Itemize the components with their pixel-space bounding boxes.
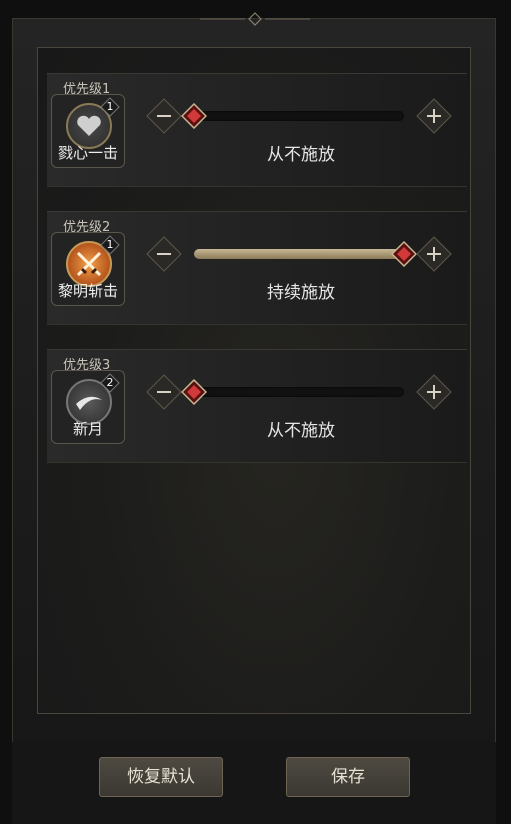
- skill-row-2: 优先级2 1 黎明斩击 持续施放: [47, 211, 467, 325]
- increase-button[interactable]: [415, 235, 453, 273]
- badge-number: 1: [106, 238, 114, 251]
- save-button[interactable]: 保存: [286, 757, 410, 797]
- decrease-button[interactable]: [145, 235, 183, 273]
- frequency-slider-track[interactable]: [194, 387, 404, 397]
- skill-icon-frame[interactable]: 1 戮心一击: [51, 94, 125, 168]
- footer-bar: [12, 742, 496, 824]
- decrease-button[interactable]: [145, 373, 183, 411]
- skill-name: 戮心一击: [57, 144, 118, 162]
- slider-fill: [194, 249, 404, 259]
- skill-icon-frame[interactable]: 1 黎明斩击: [51, 232, 125, 306]
- skill-level-badge: 1: [100, 97, 120, 117]
- frequency-slider-track[interactable]: [194, 111, 404, 121]
- decrease-button[interactable]: [145, 97, 183, 135]
- top-ornament-icon: [200, 12, 310, 26]
- skill-row-1: 优先级1 1 戮心一击 从不施放: [47, 73, 467, 187]
- cast-mode-label: 从不施放: [267, 145, 335, 165]
- skill-level-badge: 2: [100, 373, 120, 393]
- skill-row-3: 优先级3 2 新月 从不施放: [47, 349, 467, 463]
- cast-mode-label: 持续施放: [267, 283, 335, 303]
- slider-thumb[interactable]: [181, 379, 207, 405]
- cast-mode-label: 从不施放: [267, 421, 335, 441]
- frequency-slider-track[interactable]: [194, 249, 404, 259]
- skill-name: 黎明斩击: [57, 282, 118, 300]
- badge-number: 2: [106, 376, 114, 389]
- skill-icon-frame[interactable]: 2 新月: [51, 370, 125, 444]
- increase-button[interactable]: [415, 373, 453, 411]
- slider-thumb[interactable]: [181, 103, 207, 129]
- increase-button[interactable]: [415, 97, 453, 135]
- reset-default-button[interactable]: 恢复默认: [99, 757, 223, 797]
- badge-number: 1: [106, 100, 114, 113]
- skill-level-badge: 1: [100, 235, 120, 255]
- skill-name: 新月: [72, 420, 103, 438]
- slider-thumb[interactable]: [391, 241, 417, 267]
